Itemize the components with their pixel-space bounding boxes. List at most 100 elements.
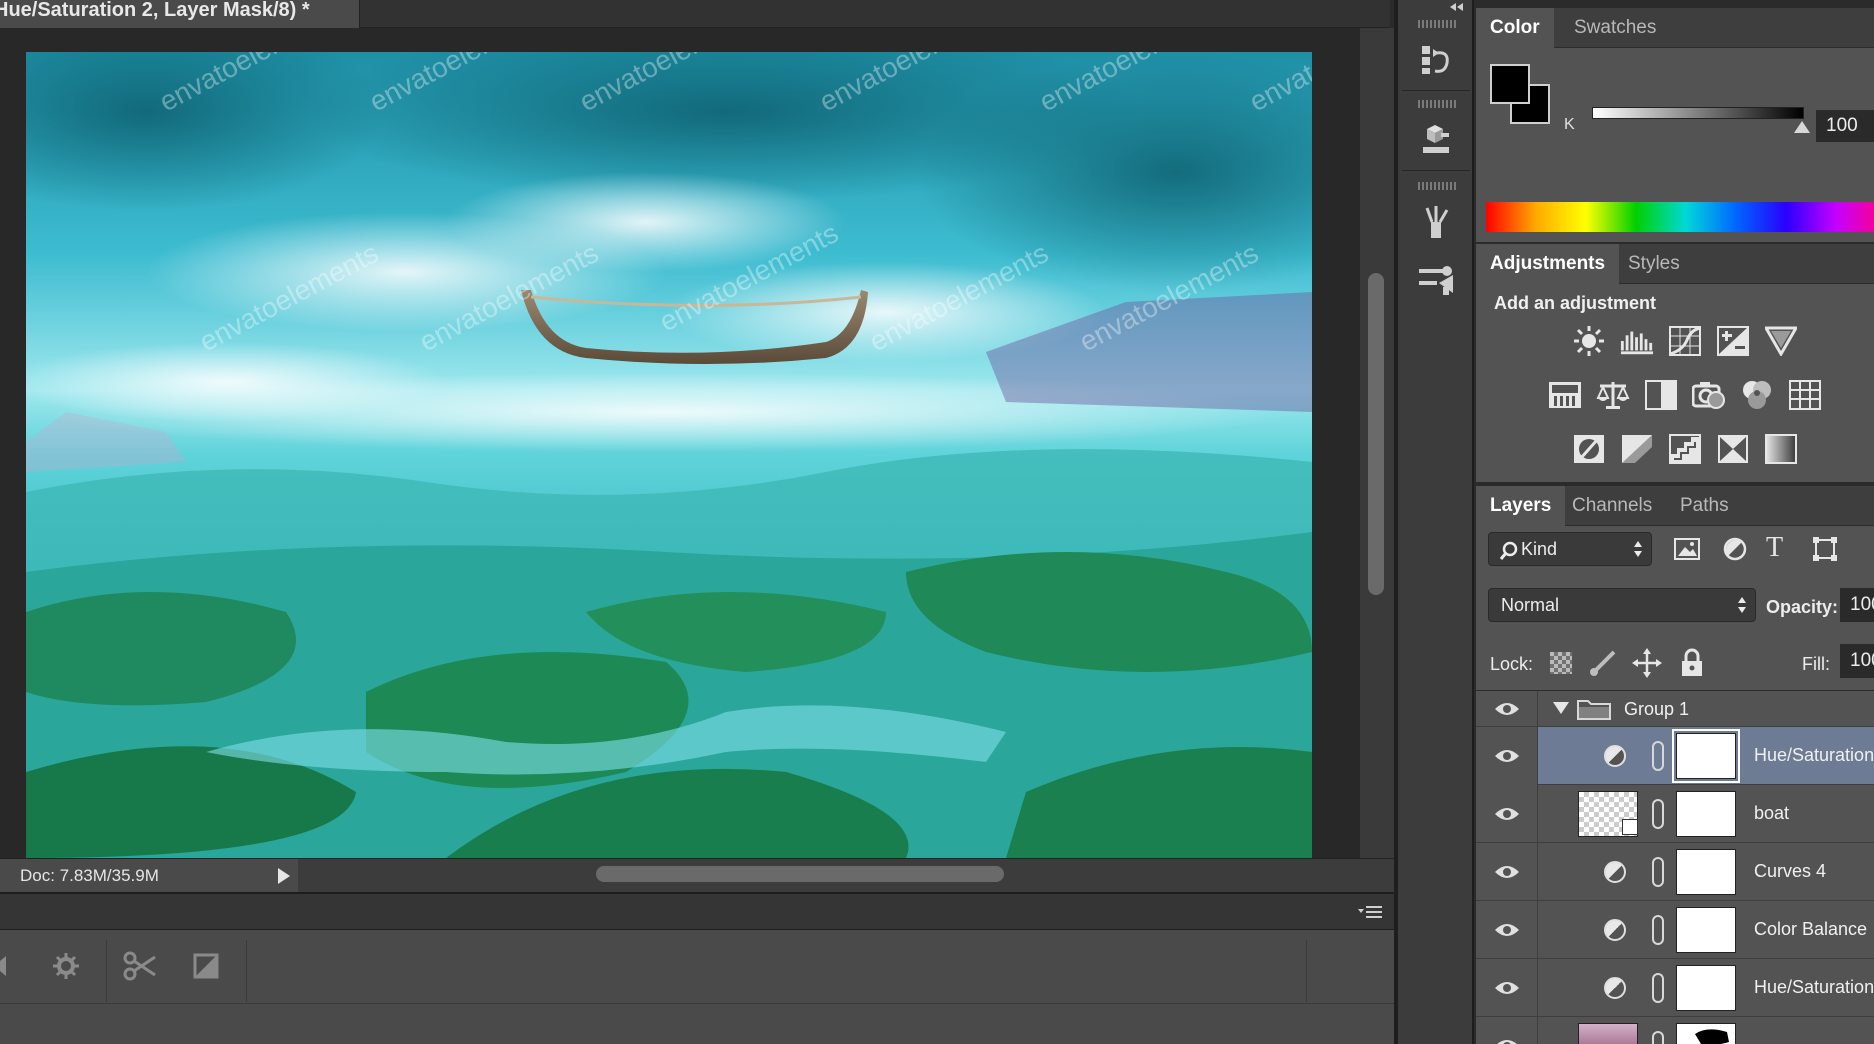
threshold-icon[interactable] (1668, 432, 1702, 466)
panel-grip[interactable] (1418, 182, 1456, 190)
exposure-icon[interactable] (1716, 324, 1750, 358)
layer-name: Curves 4 (1754, 861, 1827, 881)
mask-link-chain-icon[interactable] (1652, 1031, 1664, 1044)
layer-name: Hue/Saturation (1754, 977, 1874, 997)
lock-all-icon[interactable] (1680, 648, 1704, 683)
gradient-map-icon[interactable] (1764, 432, 1798, 466)
lock-position-icon[interactable] (1632, 648, 1662, 683)
tab-color[interactable]: Color (1476, 8, 1554, 48)
visibility-eye-icon[interactable] (1476, 785, 1538, 843)
adjustment-layer-filter-icon[interactable] (1720, 534, 1750, 569)
split-scissors-icon[interactable] (122, 948, 158, 984)
settings-gear-icon[interactable] (48, 948, 84, 984)
document-tab[interactable]: Hue/Saturation 2, Layer Mask/8) * (0, 0, 360, 28)
k-channel-value[interactable]: 100 (1816, 110, 1874, 142)
color-lookup-icon[interactable] (1788, 378, 1822, 412)
layer-mask-thumbnail[interactable] (1676, 1023, 1736, 1044)
adjustment-layer-icon[interactable] (1604, 861, 1626, 883)
group-disclosure-arrow-icon[interactable] (1552, 701, 1570, 720)
layer-group-row[interactable]: Group 1 (1476, 691, 1874, 727)
vertical-scroll-thumb[interactable] (1368, 273, 1384, 595)
folder-icon (1576, 697, 1612, 726)
document-canvas[interactable]: envatoelements envatoelements envatoelem… (26, 52, 1312, 858)
type-layer-filter-icon[interactable]: T (1766, 532, 1783, 564)
pixel-layer-filter-icon[interactable] (1672, 534, 1702, 569)
layer-mask-thumbnail[interactable] (1676, 965, 1736, 1011)
layer-row-curves-4[interactable]: Curves 4 (1476, 843, 1874, 901)
previous-frame-icon[interactable] (0, 948, 18, 984)
levels-icon[interactable] (1620, 324, 1654, 358)
visibility-eye-icon[interactable] (1476, 1017, 1538, 1044)
panel-grip[interactable] (1418, 20, 1456, 28)
opacity-input[interactable]: 100 (1840, 588, 1874, 622)
posterize-icon[interactable] (1620, 432, 1654, 466)
lock-transparent-pixels-icon[interactable] (1550, 652, 1572, 674)
selective-color-icon[interactable] (1716, 432, 1750, 466)
layer-mask-thumbnail[interactable] (1672, 729, 1740, 783)
layer-filter-kind-select[interactable]: Kind (1488, 532, 1652, 566)
foreground-color-swatch[interactable] (1490, 64, 1530, 104)
layer-mask-thumbnail[interactable] (1676, 849, 1736, 895)
fill-input[interactable]: 100 (1840, 644, 1874, 678)
panel-grip[interactable] (1418, 100, 1456, 108)
photo-filter-icon[interactable] (1692, 378, 1726, 412)
tab-styles[interactable]: Styles (1614, 244, 1694, 284)
tab-channels[interactable]: Channels (1558, 486, 1666, 526)
mask-link-chain-icon[interactable] (1652, 741, 1664, 771)
history-icon[interactable] (1410, 36, 1462, 84)
panel-top-edge (1476, 0, 1874, 8)
k-slider-thumb[interactable] (1794, 121, 1810, 133)
tool-presets-icon[interactable] (1410, 256, 1462, 304)
layer-row-partial[interactable] (1476, 1017, 1874, 1044)
tab-layers[interactable]: Layers (1476, 486, 1566, 526)
status-info[interactable]: Doc: 7.83M/35.9M (0, 859, 298, 893)
layer-mask-thumbnail[interactable] (1676, 907, 1736, 953)
shape-layer-filter-icon[interactable] (1810, 534, 1840, 569)
tab-adjustments[interactable]: Adjustments (1476, 244, 1620, 284)
collapse-panels-icon[interactable] (1450, 0, 1466, 14)
smart-object-badge-icon (1622, 819, 1638, 835)
visibility-eye-icon[interactable] (1476, 727, 1538, 785)
layer-row-boat[interactable]: boat (1476, 785, 1874, 843)
canvas-area[interactable]: envatoelements envatoelements envatoelem… (0, 28, 1360, 858)
vibrance-icon[interactable] (1764, 324, 1798, 358)
visibility-eye-icon[interactable] (1476, 691, 1538, 727)
lock-image-pixels-icon[interactable] (1588, 648, 1618, 683)
layer-row-color-balance[interactable]: Color Balance (1476, 901, 1874, 959)
tab-swatches[interactable]: Swatches (1560, 8, 1670, 48)
mask-link-chain-icon[interactable] (1652, 857, 1664, 887)
adjustment-layer-icon[interactable] (1604, 745, 1626, 767)
mask-link-chain-icon[interactable] (1652, 973, 1664, 1003)
adjustment-layer-icon[interactable] (1604, 977, 1626, 999)
status-menu-arrow-icon[interactable] (278, 868, 290, 884)
color-spectrum-ramp[interactable] (1486, 202, 1874, 232)
brush-presets-icon[interactable] (1410, 198, 1462, 246)
channel-mixer-icon[interactable] (1740, 378, 1774, 412)
curves-icon[interactable] (1668, 324, 1702, 358)
tab-paths[interactable]: Paths (1666, 486, 1743, 526)
layer-row-hue-saturation[interactable]: Hue/Saturation (1476, 959, 1874, 1017)
transition-icon[interactable] (188, 948, 224, 984)
fill-label: Fill: (1802, 654, 1830, 674)
horizontal-scroll-thumb[interactable] (596, 866, 1004, 882)
right-panel-dock: Color Swatches K 100 Adjustments Styles … (1476, 0, 1874, 1044)
k-channel-slider[interactable] (1592, 107, 1804, 119)
layer-thumbnail[interactable] (1578, 1023, 1638, 1044)
adjustment-layer-icon[interactable] (1604, 919, 1626, 941)
visibility-eye-icon[interactable] (1476, 901, 1538, 959)
layer-mask-thumbnail[interactable] (1676, 791, 1736, 837)
mask-link-chain-icon[interactable] (1652, 799, 1664, 829)
visibility-eye-icon[interactable] (1476, 959, 1538, 1017)
blend-mode-select[interactable]: Normal (1488, 588, 1756, 622)
visibility-eye-icon[interactable] (1476, 843, 1538, 901)
layer-row-hue-saturation-2[interactable]: Hue/Saturation (1476, 727, 1874, 785)
brightness-contrast-icon[interactable] (1572, 324, 1606, 358)
mask-link-chain-icon[interactable] (1652, 915, 1664, 945)
hue-saturation-icon[interactable] (1548, 378, 1582, 412)
color-balance-icon[interactable] (1596, 378, 1630, 412)
panel-menu-icon[interactable] (1358, 904, 1384, 925)
black-white-icon[interactable] (1644, 378, 1678, 412)
invert-icon[interactable] (1572, 432, 1606, 466)
3d-properties-icon[interactable] (1410, 116, 1462, 164)
timeline-controls (0, 930, 1394, 1004)
